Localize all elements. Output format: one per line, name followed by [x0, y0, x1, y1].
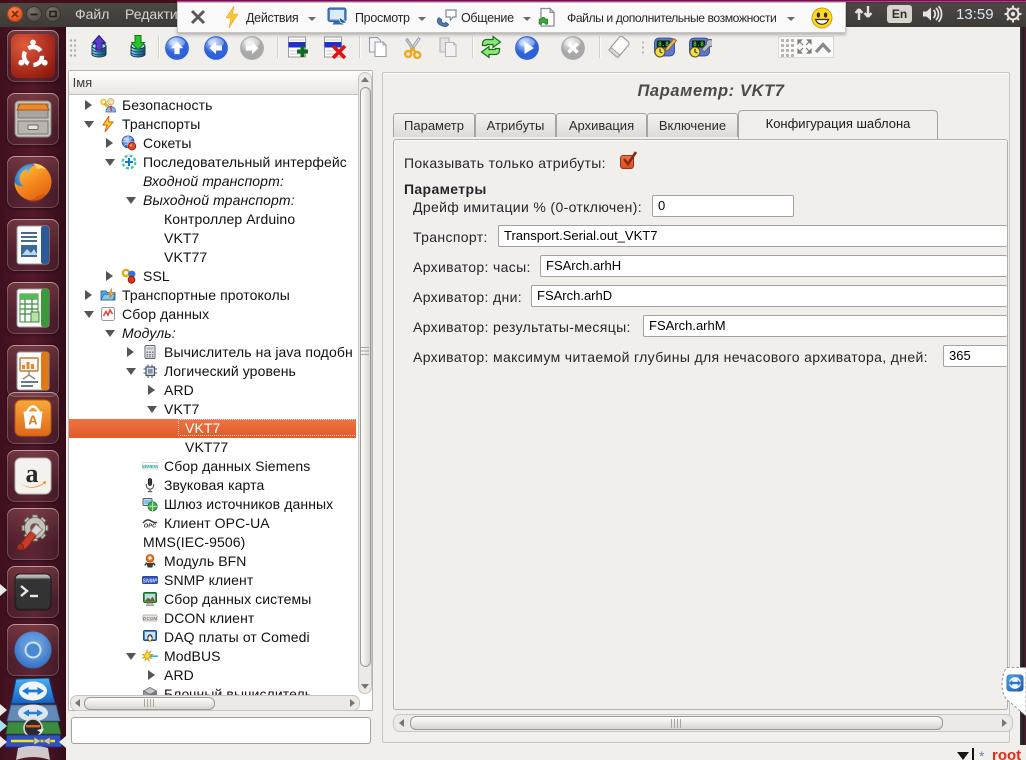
svg-text:a: a: [26, 459, 39, 488]
svg-text:DCON: DCON: [143, 616, 158, 621]
svg-text:SIEMENS: SIEMENS: [142, 464, 158, 469]
svg-text:OPC: OPC: [144, 524, 157, 530]
svg-text:A: A: [28, 413, 38, 428]
svg-text:SNMP: SNMP: [143, 578, 158, 584]
